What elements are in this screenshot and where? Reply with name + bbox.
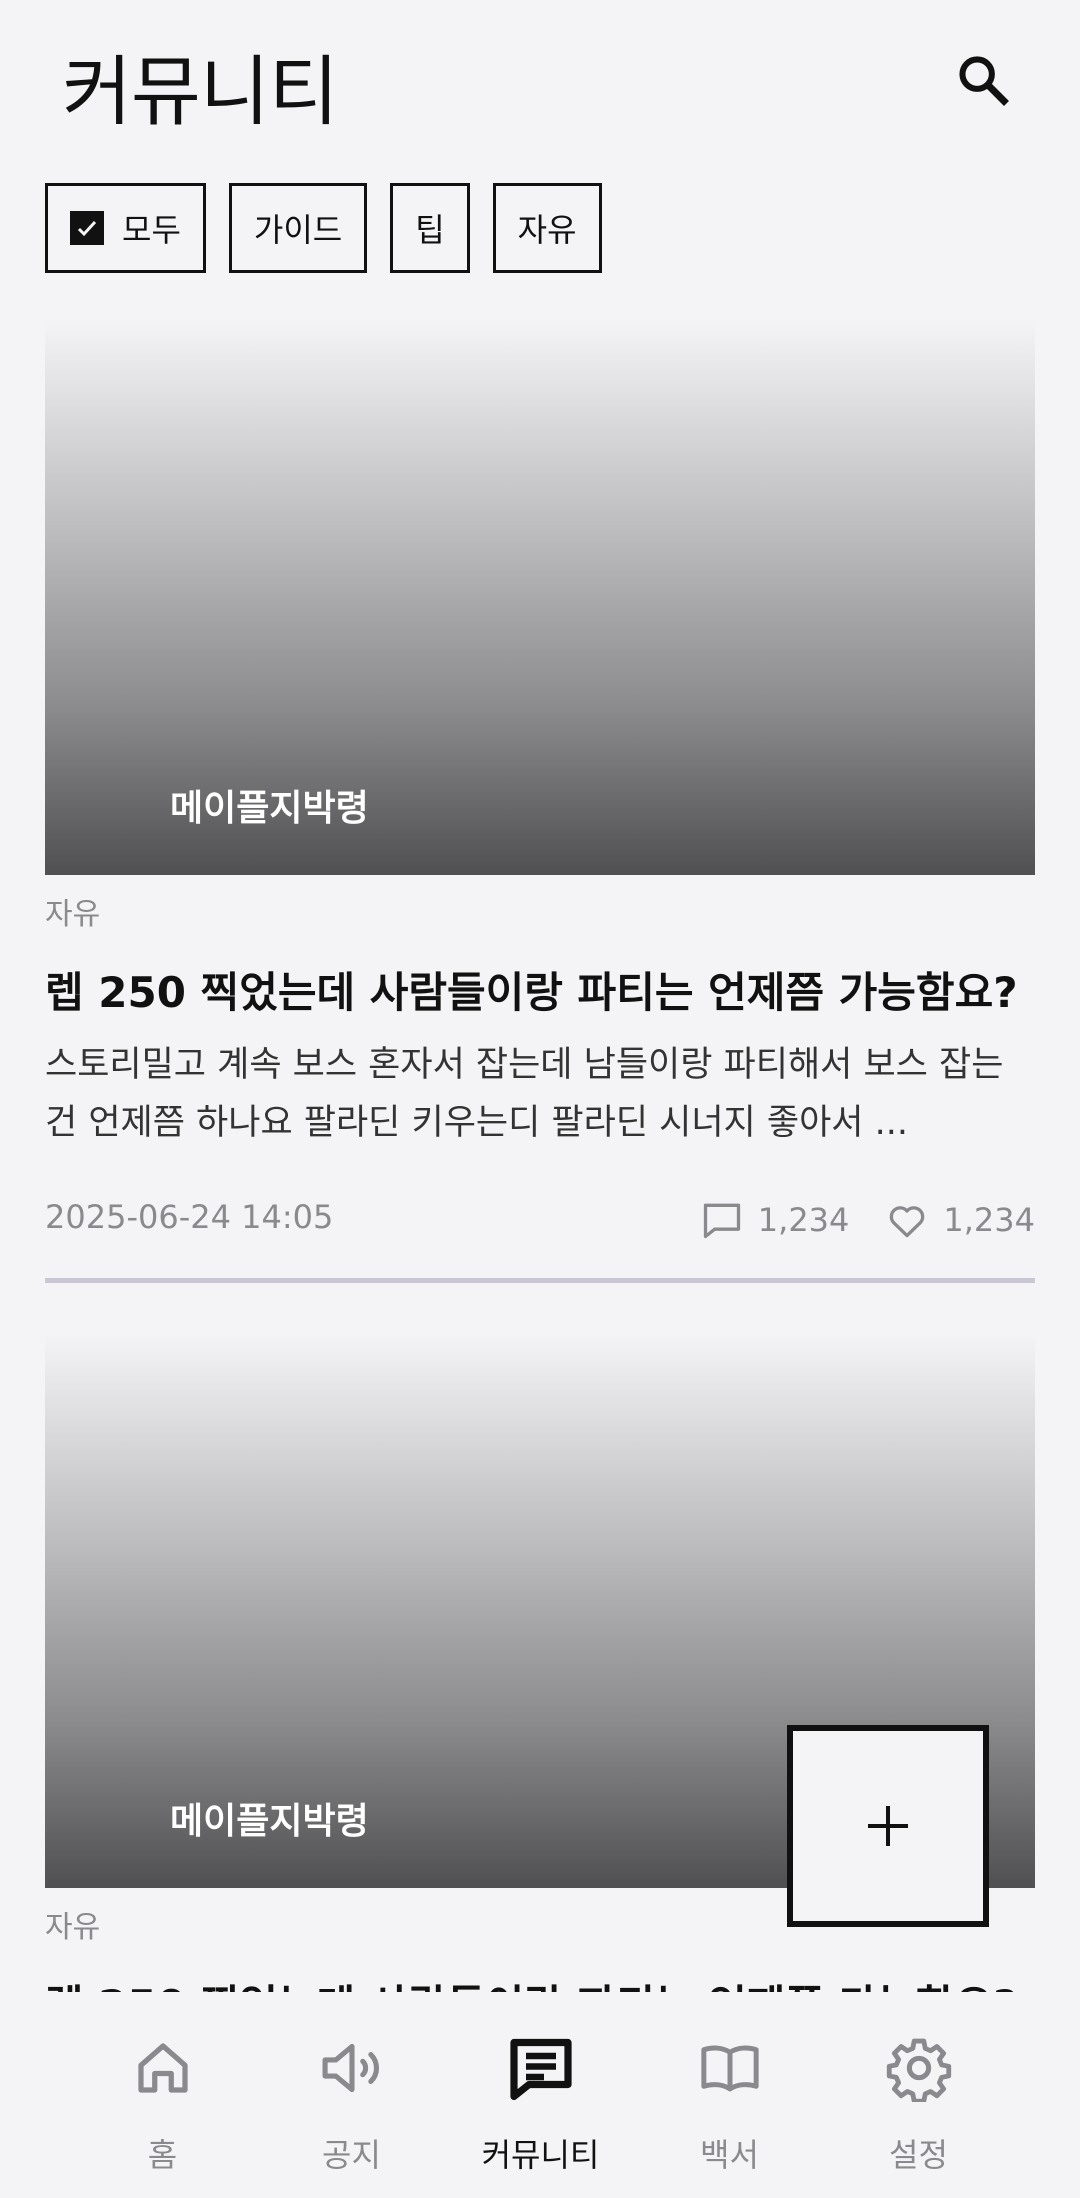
- nav-item-notice[interactable]: 공지: [257, 1992, 446, 2176]
- nav-item-whitepaper[interactable]: 백서: [635, 1992, 824, 2176]
- nav-label: 공지: [322, 2136, 381, 2174]
- checkmark-icon: [70, 211, 104, 245]
- post-meta: 2025-06-24 14:05 1,234 1,234: [45, 1198, 1035, 1242]
- like-count[interactable]: 1,234: [885, 1198, 1035, 1242]
- nav-label: 커뮤니티: [481, 2136, 600, 2174]
- search-button[interactable]: [948, 45, 1018, 115]
- comment-count-value: 1,234: [757, 1201, 850, 1239]
- post-card[interactable]: 메이플지박령 자유 렙 250 찍었는데 사람들이랑 파티는 언제쯤 가능함요?…: [45, 320, 1035, 1242]
- post-title[interactable]: 렙 250 찍었는데 사람들이랑 파티는 언제쯤 가능함요?: [45, 1972, 1035, 1992]
- post-excerpt: 스토리밀고 계속 보스 혼자서 잡는데 남들이랑 파티해서 보스 잡는건 언제쯤…: [45, 1045, 1004, 1143]
- nav-item-home[interactable]: 홈: [68, 1992, 257, 2176]
- bottom-navigation: 홈 공지 커뮤니티 백서 설정: [0, 1992, 1080, 2198]
- book-icon: [700, 2045, 759, 2092]
- nav-label: 홈: [147, 2136, 178, 2174]
- post-date: 2025-06-24 14:05: [45, 1198, 334, 1236]
- post-category: 자유: [45, 897, 101, 932]
- home-icon: [137, 2043, 188, 2093]
- comment-count[interactable]: 1,234: [700, 1198, 850, 1242]
- comment-icon: [703, 1203, 740, 1239]
- post-title[interactable]: 렙 250 찍었는데 사람들이랑 파티는 언제쯤 가능함요?: [45, 959, 1035, 1020]
- filter-chip-tip[interactable]: 팁: [390, 183, 470, 273]
- search-icon: [959, 56, 1009, 106]
- filter-chip-label: 팁: [415, 211, 445, 249]
- app-header: 커뮤니티: [0, 0, 1080, 165]
- filter-chip-guide[interactable]: 가이드: [228, 183, 368, 273]
- nav-item-community[interactable]: 커뮤니티: [446, 1992, 635, 2176]
- like-count-value: 1,234: [943, 1201, 1035, 1239]
- nav-label: 백서: [700, 2136, 759, 2174]
- filter-chips: 모두 가이드 팁 자유: [45, 183, 602, 273]
- thumbnail-caption: 메이플지박령: [170, 788, 369, 829]
- filter-chip-label: 가이드: [253, 211, 343, 249]
- post-thumbnail[interactable]: 메이플지박령: [45, 320, 1035, 875]
- filter-chip-free[interactable]: 자유: [492, 183, 602, 273]
- nav-item-settings[interactable]: 설정: [824, 1992, 1013, 2176]
- filter-chip-label: 모두: [122, 211, 181, 249]
- heart-icon: [890, 1206, 925, 1238]
- chat-icon: [509, 2038, 572, 2101]
- filter-chip-all[interactable]: 모두: [45, 183, 206, 273]
- nav-label: 설정: [889, 2136, 948, 2174]
- filter-chip-label: 자유: [517, 211, 577, 249]
- post-divider: [45, 1278, 1035, 1283]
- page-title: 커뮤니티: [62, 47, 339, 136]
- post-stats: 1,234 1,234: [664, 1198, 1035, 1242]
- write-post-button[interactable]: [787, 1725, 989, 1927]
- speaker-icon: [322, 2043, 379, 2093]
- gear-icon: [886, 2038, 951, 2102]
- plus-icon: [868, 1806, 908, 1846]
- thumbnail-caption: 메이플지박령: [170, 1801, 369, 1842]
